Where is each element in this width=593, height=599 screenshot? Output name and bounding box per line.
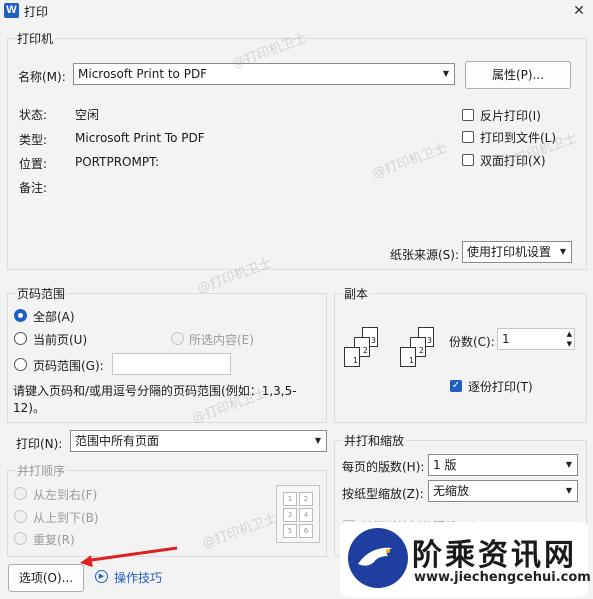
chevron-down-icon: ▼ <box>442 69 449 78</box>
scale-label: 按纸型缩放(Z): <box>342 487 424 501</box>
pages-per-sheet-value: 1 版 <box>433 458 457 472</box>
order-repeat-label: 重复(R) <box>33 533 75 547</box>
collate-checkbox[interactable]: ✓ <box>450 380 462 392</box>
zoom-title: 并打和缩放 <box>342 432 407 449</box>
page-range-title: 页码范围 <box>15 285 68 302</box>
paper-source-value: 使用打印机设置 <box>467 245 552 259</box>
order-repeat-radio[interactable] <box>14 532 27 545</box>
range-pages-radio[interactable] <box>14 358 27 371</box>
chevron-down-icon: ▼ <box>565 460 572 469</box>
printer-name-value: Microsoft Print to PDF <box>78 67 208 81</box>
collate-pages-icon: 3 2 1 <box>398 325 448 385</box>
paper-source-select[interactable]: 使用打印机设置 ▼ <box>462 241 572 263</box>
close-icon[interactable]: ✕ <box>568 0 590 22</box>
page-order-preview-icon: 1 2 3 4 5 6 <box>276 485 320 543</box>
order-ttb-label: 从上到下(B) <box>33 511 99 525</box>
range-current-radio[interactable] <box>14 332 27 345</box>
play-icon[interactable]: ▶ <box>95 570 108 583</box>
type-label: 类型: <box>19 133 48 147</box>
chevron-down-icon: ▼ <box>565 486 572 495</box>
pages-per-sheet-label: 每页的版数(H): <box>342 460 425 474</box>
chevron-down-icon: ▼ <box>559 247 566 256</box>
where-value: PORTPROMPT: <box>75 155 160 169</box>
window-title: 打印 <box>24 5 49 19</box>
print-to-file-checkbox[interactable] <box>462 131 474 143</box>
where-label: 位置: <box>19 157 48 171</box>
print-to-file-label: 打印到文件(L) <box>480 131 557 145</box>
page-range-hint: 请键入页码和/或用逗号分隔的页码范围(例如：1,3,5-12)。 <box>13 384 297 415</box>
print-what-select[interactable]: 范围中所有页面 ▼ <box>70 430 327 452</box>
paper-source-label: 纸张来源(S): <box>390 248 460 262</box>
range-all-radio[interactable] <box>14 309 27 322</box>
copies-count-value: 1 <box>502 332 510 346</box>
scale-value: 无缩放 <box>433 484 470 498</box>
eagle-logo-icon <box>348 528 408 588</box>
comment-label: 备注: <box>19 181 48 195</box>
copies-title: 副本 <box>342 285 371 302</box>
chevron-down-icon: ▼ <box>314 436 321 445</box>
printer-name-label: 名称(M): <box>18 70 66 84</box>
range-selection-radio[interactable] <box>171 332 184 345</box>
page-range-input[interactable] <box>112 353 231 375</box>
type-value: Microsoft Print To PDF <box>75 131 205 145</box>
word-icon: W <box>4 3 19 18</box>
order-title: 并打顺序 <box>15 462 68 479</box>
copies-count-label: 份数(C): <box>449 335 495 349</box>
range-current-label: 当前页(U) <box>33 333 88 347</box>
duplex-label: 双面打印(X) <box>480 154 546 168</box>
range-all-label: 全部(A) <box>33 310 75 324</box>
printer-name-select[interactable]: Microsoft Print to PDF ▼ <box>73 63 455 85</box>
range-selection-label: 所选内容(E) <box>189 333 254 347</box>
annotation-arrow-head <box>79 555 93 569</box>
reverse-print-checkbox[interactable] <box>462 109 474 121</box>
order-ttb-radio[interactable] <box>14 510 27 523</box>
spinner-arrows-icon[interactable]: ▲ ▼ <box>567 329 572 349</box>
print-what-label: 打印(N): <box>16 437 63 451</box>
options-button[interactable]: 选项(O)... <box>8 564 84 592</box>
collate-label: 逐份打印(T) <box>468 380 533 394</box>
range-pages-label: 页码范围(G): <box>33 359 104 373</box>
title-bar: W 打印 ✕ <box>0 0 593 22</box>
duplex-checkbox[interactable] <box>462 154 474 166</box>
properties-button[interactable]: 属性(P)... <box>465 61 571 89</box>
print-what-value: 范围中所有页面 <box>75 434 160 448</box>
copies-count-input[interactable]: 1 ▲ ▼ <box>497 328 575 350</box>
collate-pages-icon: 3 2 1 <box>342 325 392 385</box>
brand-badge: 阶乘资讯网 www.jiechengcehui.com <box>340 522 591 597</box>
pages-per-sheet-select[interactable]: 1 版 ▼ <box>428 454 578 476</box>
reverse-print-label: 反片打印(I) <box>480 109 541 123</box>
status-value: 空闲 <box>75 108 100 122</box>
printer-group-title: 打印机 <box>15 30 56 47</box>
status-label: 状态: <box>19 108 48 122</box>
brand-title: 阶乘资讯网 <box>412 538 577 573</box>
order-ltr-radio[interactable] <box>14 487 27 500</box>
tips-link[interactable]: 操作技巧 <box>114 569 162 586</box>
scale-select[interactable]: 无缩放 ▼ <box>428 480 578 502</box>
brand-url[interactable]: www.jiechengcehui.com <box>414 570 591 585</box>
order-ltr-label: 从左到右(F) <box>33 488 98 502</box>
